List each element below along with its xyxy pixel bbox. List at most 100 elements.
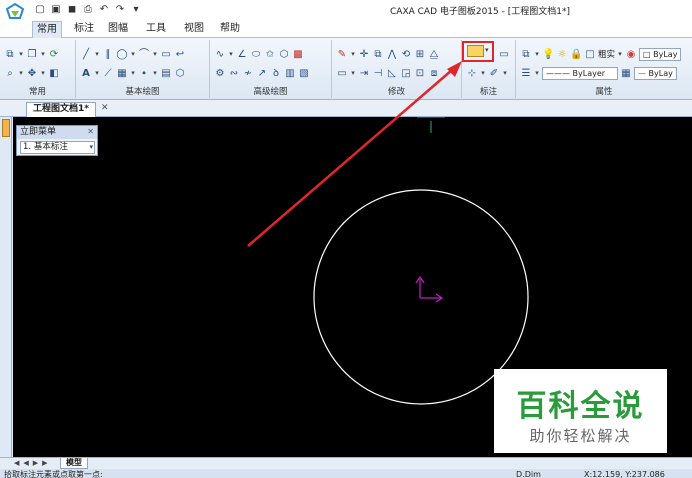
window-icon[interactable]: ❐ <box>26 48 38 61</box>
new-file-icon[interactable]: ▢ <box>34 4 46 16</box>
spline-icon[interactable]: ↩ <box>174 48 186 61</box>
dropdown-arrow-icon[interactable]: ▾ <box>534 67 540 80</box>
model-tab[interactable]: 模型 <box>60 458 88 469</box>
lineweight-combo[interactable]: — ByLay <box>634 66 677 80</box>
parallel-line-icon[interactable]: ∥ <box>102 48 114 61</box>
tab-tools[interactable]: 工具 <box>142 21 170 38</box>
erase-icon[interactable]: ✎ <box>336 48 348 61</box>
print-icon[interactable]: ⎙ <box>82 4 94 16</box>
dropdown-arrow-icon[interactable]: ▾ <box>502 67 508 80</box>
dropdown-arrow-icon[interactable]: ▾ <box>152 67 158 80</box>
layer-icon[interactable]: ◧ <box>48 67 60 80</box>
customize-qat-icon[interactable]: ▾ <box>130 4 142 16</box>
chamfer-icon[interactable]: ◺ <box>386 67 398 80</box>
dropdown-arrow-icon[interactable]: ▾ <box>350 48 356 61</box>
arrow-icon[interactable]: ↗ <box>256 67 268 80</box>
color-square-icon[interactable]: □ <box>584 48 596 61</box>
hatch-pattern-icon[interactable]: ▦ <box>620 67 632 80</box>
dropdown-arrow-icon[interactable]: ▾ <box>480 67 486 80</box>
block-icon[interactable]: ▤ <box>160 67 172 80</box>
dropdown-arrow-icon[interactable]: ▾ <box>152 48 158 61</box>
dropdown-arrow-icon[interactable]: ▾ <box>130 48 136 61</box>
dropdown-arrow-icon[interactable]: ▾ <box>617 48 623 61</box>
tab-help[interactable]: 帮助 <box>216 21 244 38</box>
scale-icon[interactable]: ⊞ <box>414 48 426 61</box>
spiral-icon[interactable]: ꝺ <box>270 67 282 80</box>
close-icon[interactable]: ✕ <box>87 127 94 136</box>
dropdown-arrow-icon[interactable]: ▾ <box>350 67 356 80</box>
dropdown-arrow-icon[interactable]: ▾ <box>534 48 540 61</box>
rectangle-icon[interactable]: ▭ <box>160 48 172 61</box>
image-icon[interactable]: ▩ <box>292 48 304 61</box>
dropdown-arrow-icon[interactable]: ▾ <box>18 67 24 80</box>
fillet-icon[interactable]: ◲ <box>400 67 412 80</box>
coordinate-dim-icon[interactable]: ⊹ <box>466 67 478 80</box>
linetype-combo[interactable]: ——— ByLayer <box>542 66 618 80</box>
rotate-icon[interactable]: ⟲ <box>400 48 412 61</box>
table-icon[interactable]: ▥ <box>284 67 296 80</box>
curve-icon[interactable]: ∿ <box>214 48 226 61</box>
linewidth-label[interactable]: 粗实 <box>598 48 615 60</box>
undo-icon[interactable]: ↶ <box>98 4 110 16</box>
dropdown-arrow-icon[interactable]: ▾ <box>94 67 100 80</box>
color-combo[interactable]: □ ByLay <box>639 47 682 61</box>
line-weight-icon[interactable]: ☰ <box>520 67 532 80</box>
dropdown-arrow-icon[interactable]: ▾ <box>228 48 234 61</box>
dropdown-arrow-icon[interactable]: ▾ <box>89 142 93 153</box>
dimension-type-select[interactable]: 1. 基本标注 ▾ <box>20 141 95 154</box>
angle-line-icon[interactable]: ∠ <box>236 48 248 61</box>
dimension-style-icon[interactable]: ▭ <box>498 48 510 61</box>
hatch-icon[interactable]: ▦ <box>116 67 128 80</box>
explode-icon[interactable]: ⊡ <box>414 67 426 80</box>
line-icon[interactable]: ╱ <box>80 48 92 61</box>
copy-object-icon[interactable]: ⧉ <box>372 48 384 61</box>
break-icon[interactable]: ⊣ <box>372 67 384 80</box>
save-icon[interactable]: ◼ <box>66 4 78 16</box>
star-icon[interactable]: ✩ <box>264 48 276 61</box>
copy-icon[interactable]: ⧉ <box>4 48 16 61</box>
dropdown-arrow-icon[interactable]: ▾ <box>130 67 136 80</box>
lightbulb-icon[interactable]: 💡 <box>542 48 554 61</box>
side-panel-icon[interactable] <box>2 119 10 137</box>
document-tab[interactable]: 工程图文档1* <box>26 102 96 117</box>
lock-icon[interactable]: 🔒 <box>570 48 582 61</box>
centerline-icon[interactable]: ⟋ <box>102 67 114 80</box>
text-icon[interactable]: A <box>80 67 92 80</box>
dropdown-arrow-icon[interactable]: ▾ <box>40 48 46 61</box>
mirror-icon[interactable]: ⋀ <box>386 48 398 61</box>
layer-properties-icon[interactable]: ⧉ <box>520 48 532 61</box>
color-wheel-icon[interactable]: ◉ <box>625 48 637 61</box>
polygon-icon[interactable]: ⬡ <box>174 67 186 80</box>
circle-icon[interactable]: ◯ <box>116 48 128 61</box>
tab-annotation[interactable]: 标注 <box>70 21 98 38</box>
tab-view[interactable]: 视图 <box>180 21 208 38</box>
open-file-icon[interactable]: ▣ <box>50 4 62 16</box>
tab-common[interactable]: 常用 <box>32 21 62 38</box>
redo-icon[interactable]: ↷ <box>114 4 126 16</box>
extend-icon[interactable]: ⇥ <box>358 67 370 80</box>
annotation-edit-icon[interactable]: ✐ <box>488 67 500 80</box>
close-icon[interactable]: ✕ <box>101 103 109 113</box>
zigzag-icon[interactable]: ≁ <box>242 67 254 80</box>
zoom-icon[interactable]: ⌕ <box>4 67 16 80</box>
pan-icon[interactable]: ✥ <box>26 67 38 80</box>
trim-icon[interactable]: ▭ <box>336 67 348 80</box>
sun-icon[interactable]: ☼ <box>556 48 568 61</box>
move-icon[interactable]: ✛ <box>358 48 370 61</box>
hexagon-icon[interactable]: ⬡ <box>278 48 290 61</box>
match-icon[interactable]: ⧈ <box>428 67 440 80</box>
dropdown-arrow-icon[interactable]: ▾ <box>94 48 100 61</box>
ribbon: ⧉ ▾ ❐ ▾ ⟳ ⌕ ▾ ✥ ▾ ◧ 常用 ╱ ▾ ∥ ◯ ▾ ⌒ ▾ ▭ ↩ A ▾ ⟋ ▦… <box>0 38 692 100</box>
wave-icon[interactable]: ∾ <box>228 67 240 80</box>
gear-icon[interactable]: ⚙ <box>214 67 226 80</box>
dropdown-arrow-icon[interactable]: ▾ <box>40 67 46 80</box>
ellipse-icon[interactable]: ⬭ <box>250 48 262 61</box>
refresh-icon[interactable]: ⟳ <box>48 48 60 61</box>
pattern-icon[interactable]: ▧ <box>298 67 310 80</box>
tab-frame[interactable]: 图幅 <box>104 21 132 38</box>
arc-icon[interactable]: ⌒ <box>138 48 150 61</box>
dropdown-arrow-icon[interactable]: ▾ <box>18 48 24 61</box>
tab-navigation-arrows[interactable]: ◀◀▶▶ <box>14 459 52 467</box>
array-icon[interactable]: ⧋ <box>428 48 440 61</box>
point-icon[interactable]: ∙ <box>138 67 150 80</box>
